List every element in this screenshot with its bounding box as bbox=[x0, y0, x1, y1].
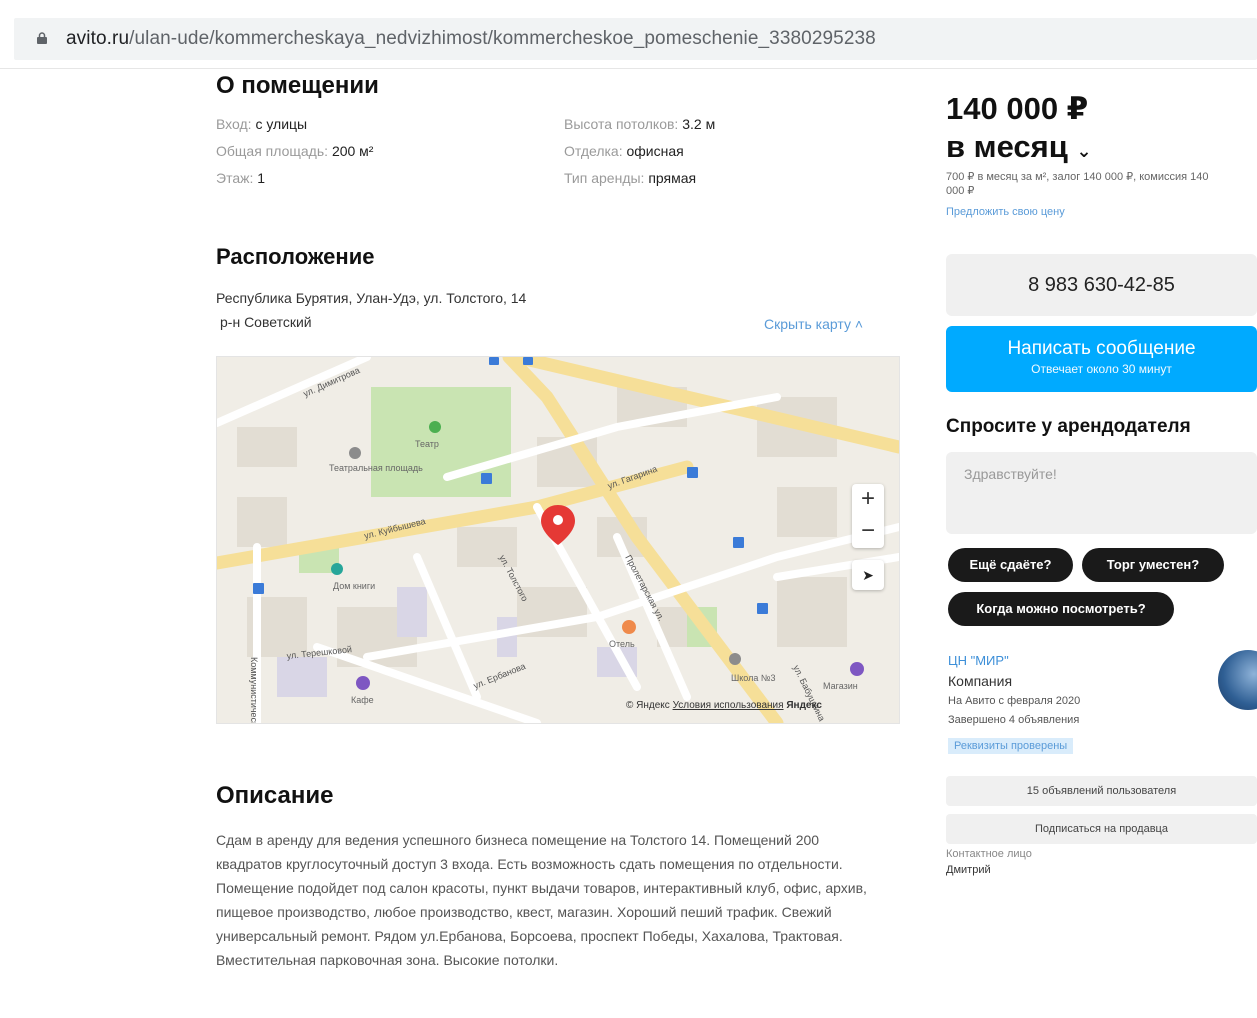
ask-title: Спросите у арендодателя bbox=[946, 416, 1191, 437]
description-title: Описание bbox=[216, 782, 334, 809]
price-block: 140 000 ₽ в месяц ⌄ bbox=[946, 90, 1092, 170]
prop-value: 200 м² bbox=[331, 143, 374, 159]
map-poi-label: Школа №3 bbox=[731, 673, 776, 683]
prop-rent-type: Тип аренды: прямая bbox=[564, 170, 696, 186]
description-text: Сдам в аренду для ведения успешного бизн… bbox=[216, 832, 867, 968]
map-poi-label: Театр bbox=[415, 439, 439, 449]
chevron-down-icon: ⌄ bbox=[1076, 141, 1092, 161]
map-street-label: Коммунистическая ул. bbox=[249, 657, 259, 723]
propose-price-link[interactable]: Предложить свою цену bbox=[946, 206, 1065, 218]
message-sub: Отвечает около 30 минут bbox=[1031, 362, 1172, 376]
map-poi-label: Отель bbox=[609, 639, 635, 649]
district-text: р-н Советский bbox=[220, 314, 312, 330]
prop-floor: Этаж: 1 bbox=[216, 170, 265, 186]
price-period-select[interactable]: в месяц ⌄ bbox=[946, 128, 1092, 170]
prop-value: 1 bbox=[257, 170, 266, 186]
url-text[interactable]: avito.ru/ulan-ude/kommercheskaya_nedvizh… bbox=[66, 28, 876, 50]
write-message-button[interactable]: Написать сообщение Отвечает около 30 мин… bbox=[946, 326, 1257, 392]
contact-name: Дмитрий bbox=[946, 864, 991, 876]
map[interactable]: ул. Димитрова ул. Куйбышева ул. Толстого… bbox=[216, 356, 900, 724]
seller-since: На Авито с февраля 2020 bbox=[948, 695, 1081, 707]
prop-value: прямая bbox=[648, 170, 697, 186]
prop-finish: Отделка: офисная bbox=[564, 143, 684, 159]
yandex-logo: Яндекс bbox=[786, 700, 822, 711]
map-zoom-control: + − bbox=[852, 484, 884, 548]
seller-type: Компания bbox=[948, 673, 1013, 689]
map-poi-label: Театральная площадь bbox=[329, 463, 423, 473]
subscribe-button[interactable]: Подписаться на продавца bbox=[946, 814, 1257, 844]
seller-ads-count: Завершено 4 объявления bbox=[948, 714, 1080, 726]
verified-badge: Реквизиты проверены bbox=[948, 738, 1074, 754]
about-title: О помещении bbox=[216, 72, 379, 99]
prop-ceiling: Высота потолков: 3.2 м bbox=[564, 116, 715, 132]
prop-label: Отделка: bbox=[564, 143, 623, 159]
contact-label: Контактное лицо bbox=[946, 848, 1032, 860]
map-copyright: © Яндекс bbox=[626, 700, 670, 711]
address-text: Республика Бурятия, Улан-Удэ, ул. Толсто… bbox=[216, 290, 527, 306]
map-footer: © Яндекс Условия использования Яндекс bbox=[626, 700, 822, 711]
zoom-in-button[interactable]: + bbox=[852, 484, 884, 516]
ask-placeholder: Здравствуйте! bbox=[964, 466, 1057, 482]
prop-value: 3.2 м bbox=[682, 116, 716, 132]
seller-name-link[interactable]: ЦН "МИР" bbox=[948, 653, 1009, 668]
avatar[interactable] bbox=[1218, 650, 1257, 710]
lock-icon bbox=[37, 32, 47, 44]
quick-question-chip[interactable]: Когда можно посмотреть? bbox=[948, 592, 1174, 626]
prop-value: с улицы bbox=[255, 116, 308, 132]
hide-map-link[interactable]: Скрыть карту ˄ bbox=[764, 316, 863, 332]
other-ads-button[interactable]: 15 объявлений пользователя bbox=[946, 776, 1257, 806]
phone-button[interactable]: 8 983 630-42-85 bbox=[946, 254, 1257, 316]
map-canvas[interactable]: ул. Димитрова ул. Куйбышева ул. Толстого… bbox=[217, 357, 899, 723]
chevron-up-icon: ˄ bbox=[854, 316, 864, 332]
map-terms-link[interactable]: Условия использования bbox=[673, 700, 784, 711]
prop-label: Вход: bbox=[216, 116, 252, 132]
map-poi-label: Кафе bbox=[351, 695, 374, 705]
prop-area: Общая площадь: 200 м² bbox=[216, 143, 373, 159]
map-poi-label: Магазин bbox=[823, 681, 858, 691]
price-period-label: в месяц bbox=[946, 129, 1068, 164]
price-value: 140 000 ₽ bbox=[946, 91, 1089, 126]
map-poi-label: Дом книги bbox=[333, 581, 375, 591]
location-title: Расположение bbox=[216, 244, 375, 269]
url-path: /ulan-ude/kommercheskaya_nedvizhimost/ko… bbox=[129, 28, 876, 49]
message-label: Написать сообщение bbox=[1007, 338, 1196, 359]
ask-input[interactable]: Здравствуйте! bbox=[946, 452, 1257, 534]
prop-entrance: Вход: с улицы bbox=[216, 116, 307, 132]
prop-label: Тип аренды: bbox=[564, 170, 645, 186]
hide-map-label: Скрыть карту bbox=[764, 316, 851, 332]
zoom-out-button[interactable]: − bbox=[852, 516, 884, 548]
prop-label: Этаж: bbox=[216, 170, 254, 186]
prop-value: офисная bbox=[626, 143, 684, 159]
quick-question-chip[interactable]: Ещё сдаёте? bbox=[948, 548, 1073, 582]
url-host: avito.ru bbox=[66, 28, 130, 49]
prop-label: Общая площадь: bbox=[216, 143, 329, 159]
prop-label: Высота потолков: bbox=[564, 116, 679, 132]
geolocate-icon[interactable]: ➤ bbox=[852, 560, 884, 590]
price-note: 700 ₽ в месяц за м², залог 140 000 ₽, ко… bbox=[946, 171, 1209, 197]
quick-question-chip[interactable]: Торг уместен? bbox=[1082, 548, 1224, 582]
